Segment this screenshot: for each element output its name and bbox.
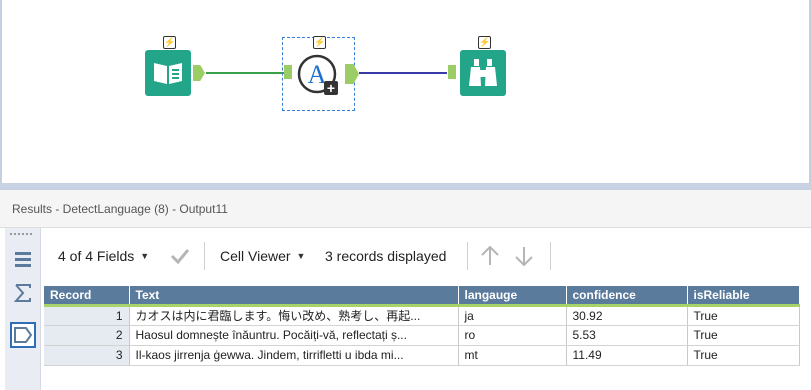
table-row[interactable]: 3 Il-kaos jirrenja ġewwa. Jindem, tirrif… xyxy=(44,345,800,366)
svg-text:A: A xyxy=(308,60,327,89)
text-cell[interactable]: Il-kaos jirrenja ġewwa. Jindem, tirrifle… xyxy=(129,345,459,366)
confidence-cell[interactable]: 11.49 xyxy=(566,345,688,366)
arrow-down-icon xyxy=(515,247,533,267)
toolbar-divider xyxy=(550,242,551,270)
detect-language-tool[interactable]: ⚡ A + xyxy=(284,36,364,112)
grip-handle[interactable] xyxy=(10,233,32,236)
results-title: Results - DetectLanguage (8) - Output11 xyxy=(12,202,228,216)
input-anchor[interactable] xyxy=(448,65,456,79)
binoculars-icon xyxy=(460,50,506,96)
bolt-icon: ⚡ xyxy=(164,37,176,47)
data-view-button[interactable] xyxy=(10,246,36,272)
record-cell[interactable]: 2 xyxy=(44,325,130,346)
pane-splitter[interactable] xyxy=(0,183,811,190)
isreliable-cell[interactable]: True xyxy=(687,305,800,326)
table-row[interactable]: 1 カオスは内に君臨します。悔い改め、熟考し、再起... ja 30.92 Tr… xyxy=(44,305,800,326)
record-cell[interactable]: 1 xyxy=(44,305,130,326)
records-label: 3 records displayed xyxy=(325,248,447,264)
confidence-cell[interactable]: 5.53 xyxy=(566,325,688,346)
records-count: 3 records displayed xyxy=(325,248,446,264)
connection-line-input-to-detect[interactable] xyxy=(206,72,284,74)
results-toolbar: 4 of 4 Fields ▼ Cell Viewer ▼ 3 records … xyxy=(41,228,811,284)
tool-run-badge: ⚡ xyxy=(478,36,491,49)
column-header-isreliable[interactable]: isReliable xyxy=(687,286,800,307)
tool-run-badge: ⚡ xyxy=(163,36,176,49)
language-cell[interactable]: mt xyxy=(458,345,567,366)
arrow-up-icon xyxy=(481,245,499,265)
table-rows-icon xyxy=(15,252,31,267)
fields-label: 4 of 4 Fields xyxy=(58,248,135,264)
tag-icon xyxy=(14,327,33,343)
table-header-row: Record Text langauge confidence isReliab… xyxy=(44,286,800,307)
toolbar-divider xyxy=(204,242,205,270)
scroll-down-button[interactable] xyxy=(513,244,535,268)
text-cell[interactable]: Haosul domnește înăuntru. Pocăiți-vă, re… xyxy=(129,325,459,346)
confidence-cell[interactable]: 30.92 xyxy=(566,305,688,326)
table-row[interactable]: 2 Haosul domnește înăuntru. Pocăiți-vă, … xyxy=(44,325,800,346)
record-cell[interactable]: 3 xyxy=(44,345,130,366)
text-input-tool[interactable]: ⚡ xyxy=(145,36,207,98)
browse-tool[interactable]: ⚡ xyxy=(448,36,508,98)
apply-button[interactable] xyxy=(169,245,191,267)
cell-viewer-dropdown[interactable]: Cell Viewer ▼ xyxy=(220,248,305,264)
column-header-confidence[interactable]: confidence xyxy=(566,286,688,307)
bolt-icon: ⚡ xyxy=(314,37,326,47)
column-header-language[interactable]: langauge xyxy=(458,286,567,307)
checkmark-icon xyxy=(170,249,190,265)
tool-run-badge: ⚡ xyxy=(313,36,326,49)
chevron-down-icon: ▼ xyxy=(140,251,150,261)
metadata-view-button[interactable] xyxy=(10,280,36,306)
results-side-rail xyxy=(5,228,41,390)
scroll-up-button[interactable] xyxy=(479,244,501,268)
workflow-canvas[interactable]: ⚡ ⚡ A + ⚡ xyxy=(0,0,811,183)
input-anchor[interactable] xyxy=(284,65,292,79)
fields-dropdown[interactable]: 4 of 4 Fields ▼ xyxy=(58,248,149,264)
sigma-icon xyxy=(13,284,31,302)
cell-viewer-label: Cell Viewer xyxy=(220,248,291,264)
column-header-text[interactable]: Text xyxy=(129,286,459,307)
results-header: Results - DetectLanguage (8) - Output11 xyxy=(0,190,811,228)
language-cell[interactable]: ja xyxy=(458,305,567,326)
output-anchor[interactable] xyxy=(345,64,359,84)
svg-text:+: + xyxy=(327,80,335,96)
isreliable-cell[interactable]: True xyxy=(687,345,800,366)
language-cell[interactable]: ro xyxy=(458,325,567,346)
column-header-record[interactable]: Record xyxy=(44,286,130,307)
output-view-button[interactable] xyxy=(10,322,36,348)
book-icon xyxy=(145,50,191,96)
detect-language-icon: A + xyxy=(295,51,343,99)
toolbar-divider xyxy=(467,242,468,270)
results-table: Record Text langauge confidence isReliab… xyxy=(44,286,800,366)
bolt-icon: ⚡ xyxy=(479,37,491,47)
chevron-down-icon: ▼ xyxy=(296,251,306,261)
output-anchor[interactable] xyxy=(193,65,205,81)
text-cell[interactable]: カオスは内に君臨します。悔い改め、熟考し、再起... xyxy=(129,305,459,326)
connection-line-detect-to-browse[interactable] xyxy=(359,72,447,74)
isreliable-cell[interactable]: True xyxy=(687,325,800,346)
